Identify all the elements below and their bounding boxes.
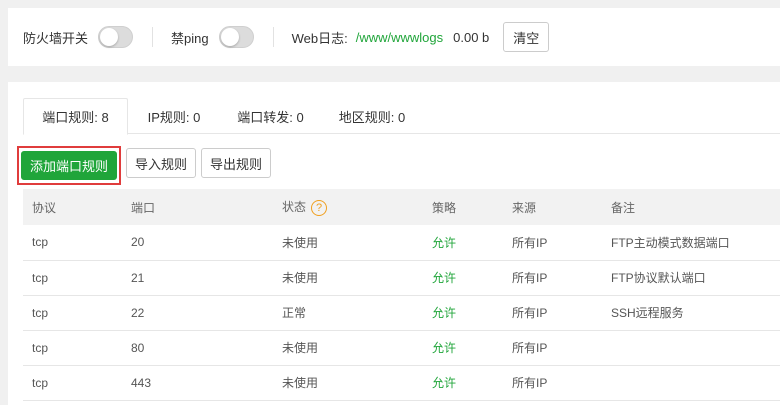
block-ping-toggle[interactable]: [218, 26, 254, 48]
tab-ip-rules[interactable]: IP规则: 0: [128, 98, 220, 134]
cell-protocol: tcp: [32, 235, 49, 250]
cell-source: 所有IP: [512, 376, 548, 390]
tab-region-rules[interactable]: 地区规则: 0: [321, 98, 423, 134]
header-status: 状态?: [273, 189, 423, 225]
rules-panel: 端口规则: 8 IP规则: 0 端口转发: 0 地区规则: 0 添加端口规则 导…: [8, 82, 780, 405]
cell-port: 21: [131, 270, 145, 285]
cell-protocol: tcp: [32, 375, 49, 390]
table-row: tcp 21 未使用 允许 所有IP FTP协议默认端口: [23, 260, 780, 295]
cell-note: FTP主动模式数据端口: [611, 235, 730, 250]
cell-policy[interactable]: 允许: [423, 330, 503, 365]
cell-policy[interactable]: 允许: [423, 365, 503, 400]
tab-port-forward[interactable]: 端口转发: 0: [220, 98, 321, 134]
cell-port: 22: [131, 305, 145, 320]
cell-source: 所有IP: [512, 271, 548, 285]
cell-status: 未使用: [282, 271, 319, 285]
divider: [272, 27, 274, 47]
weblog-size: 0.00 b: [453, 29, 490, 45]
cell-policy[interactable]: 允许: [423, 260, 503, 295]
import-rules-button[interactable]: 导入规则: [126, 148, 196, 178]
cell-note: SSH远程服务: [611, 306, 684, 320]
table-row: tcp 80 未使用 允许 所有IP: [23, 330, 780, 365]
cell-port: 80: [131, 340, 145, 355]
tab-port-rules[interactable]: 端口规则: 8: [23, 98, 128, 135]
firewall-settings-bar: 防火墙开关 禁ping Web日志: /www/wwwlogs 0.00 b 清…: [8, 8, 780, 66]
block-ping-label: 禁ping: [171, 30, 209, 46]
port-rules-table: 协议 端口 状态? 策略 来源 备注 tcp 20 未使用 允许 所有IP FT…: [23, 189, 780, 401]
cell-status: 未使用: [282, 376, 319, 390]
question-circle-icon[interactable]: ?: [311, 199, 328, 216]
cell-port: 20: [131, 235, 145, 250]
cell-policy[interactable]: 允许: [423, 295, 503, 330]
header-protocol: 协议: [32, 200, 57, 215]
cell-source: 所有IP: [512, 306, 548, 320]
cell-note: [602, 365, 780, 400]
toggle-knob: [220, 28, 239, 46]
rules-toolbar: 添加端口规则 导入规则 导出规则: [18, 148, 271, 180]
cell-source: 所有IP: [512, 341, 548, 355]
table-row: tcp 443 未使用 允许 所有IP: [23, 365, 780, 400]
cell-protocol: tcp: [32, 340, 49, 355]
cell-note: FTP协议默认端口: [611, 271, 706, 285]
cell-source: 所有IP: [512, 235, 548, 250]
cell-status: 正常: [282, 306, 307, 320]
table-row: tcp 22 正常 允许 所有IP SSH远程服务: [23, 295, 780, 330]
table-row: tcp 20 未使用 允许 所有IP FTP主动模式数据端口: [23, 225, 780, 260]
firewall-toggle[interactable]: [98, 26, 134, 48]
clear-log-button[interactable]: 清空: [503, 22, 550, 52]
divider: [152, 27, 154, 47]
header-note: 备注: [611, 200, 636, 215]
add-port-rule-button[interactable]: 添加端口规则: [21, 151, 117, 180]
cell-protocol: tcp: [32, 305, 49, 320]
cell-note: [602, 330, 780, 365]
header-status-label: 状态: [282, 200, 307, 215]
cell-status: 未使用: [282, 341, 319, 355]
export-rules-button[interactable]: 导出规则: [201, 148, 271, 178]
weblog-label: Web日志:: [291, 30, 348, 46]
firewall-switch-label: 防火墙开关: [23, 30, 89, 46]
header-source: 来源: [512, 200, 537, 215]
table-header-row: 协议 端口 状态? 策略 来源 备注: [23, 189, 780, 225]
rule-tabs: 端口规则: 8 IP规则: 0 端口转发: 0 地区规则: 0: [23, 98, 780, 135]
cell-port: 443: [131, 375, 152, 390]
header-policy: 策略: [432, 200, 457, 215]
toggle-knob: [100, 28, 119, 46]
cell-status: 未使用: [282, 235, 319, 250]
weblog-path-link[interactable]: /www/wwwlogs: [356, 30, 443, 45]
header-port: 端口: [131, 200, 156, 215]
cell-policy[interactable]: 允许: [423, 225, 503, 260]
cell-protocol: tcp: [32, 270, 49, 285]
